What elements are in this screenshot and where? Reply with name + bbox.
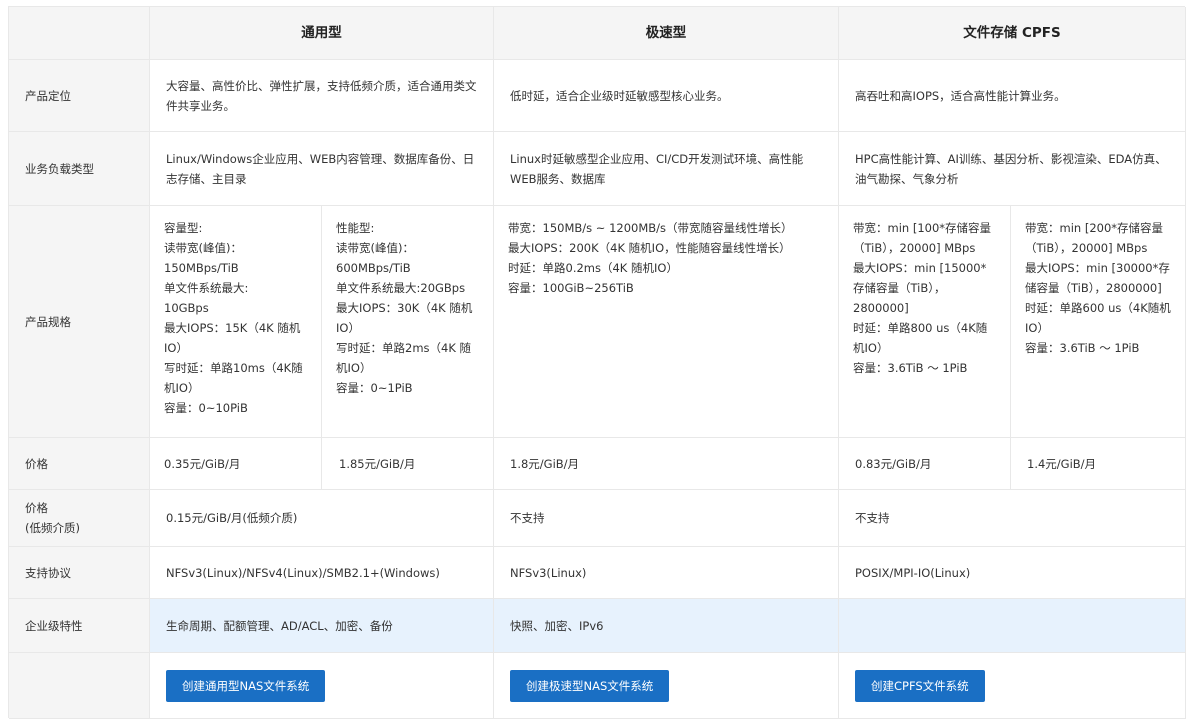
row-label-price-low-line1: 价格 xyxy=(25,501,48,515)
header-empty-cell xyxy=(9,7,150,60)
column-header-general: 通用型 xyxy=(150,7,494,60)
positioning-general: 大容量、高性价比、弹性扩展，支持低频介质，适合通用类文件共享业务。 xyxy=(150,60,494,132)
positioning-cpfs: 高吞吐和高IOPS，适合高性能计算业务。 xyxy=(839,60,1186,132)
spec-general-performance: 性能型: 读带宽(峰值)： 600MBps/TiB 单文件系统最大:20GBps… xyxy=(322,206,494,438)
row-label-workload: 业务负载类型 xyxy=(9,132,150,206)
row-label-price: 价格 xyxy=(9,438,150,490)
create-cpfs-button[interactable]: 创建CPFS文件系统 xyxy=(855,669,985,702)
price-low-cpfs: 不支持 xyxy=(839,490,1186,547)
product-comparison-table: 通用型 极速型 文件存储 CPFS 产品定位 大容量、高性价比、弹性扩展，支持低… xyxy=(8,6,1186,719)
column-header-extreme: 极速型 xyxy=(494,7,839,60)
create-cpfs-cell: 创建CPFS文件系统 xyxy=(839,653,1186,719)
workload-cpfs: HPC高性能计算、AI训练、基因分析、影视渲染、EDA仿真、油气勘探、气象分析 xyxy=(839,132,1186,206)
price-low-extreme: 不支持 xyxy=(494,490,839,547)
row-label-enterprise: 企业级特性 xyxy=(9,599,150,653)
enterprise-cpfs xyxy=(839,599,1186,653)
price-general-performance: 1.85元/GiB/月 xyxy=(322,438,494,490)
price-cpfs-a: 0.83元/GiB/月 xyxy=(839,438,1011,490)
spec-cpfs-a: 带宽：min [100*存储容量（TiB），20000] MBps 最大IOPS… xyxy=(839,206,1011,438)
price-general-capacity: 0.35元/GiB/月 xyxy=(150,438,322,490)
create-general-nas-button[interactable]: 创建通用型NAS文件系统 xyxy=(166,669,326,702)
price-cpfs-b: 1.4元/GiB/月 xyxy=(1011,438,1186,490)
workload-extreme: Linux时延敏感型企业应用、CI/CD开发测试环境、高性能WEB服务、数据库 xyxy=(494,132,839,206)
button-row-empty-cell xyxy=(9,653,150,719)
positioning-extreme: 低时延，适合企业级时延敏感型核心业务。 xyxy=(494,60,839,132)
spec-extreme: 带宽：150MB/s ~ 1200MB/s（带宽随容量线性增长） 最大IOPS：… xyxy=(494,206,839,438)
create-extreme-nas-button[interactable]: 创建极速型NAS文件系统 xyxy=(510,669,670,702)
spec-cpfs-b: 带宽：min [200*存储容量（TiB），20000] MBps 最大IOPS… xyxy=(1011,206,1186,438)
create-general-cell: 创建通用型NAS文件系统 xyxy=(150,653,494,719)
row-label-spec: 产品规格 xyxy=(9,206,150,438)
protocol-extreme: NFSv3(Linux) xyxy=(494,547,839,599)
enterprise-general: 生命周期、配额管理、AD/ACL、加密、备份 xyxy=(150,599,494,653)
row-label-price-low: 价格 (低频介质) xyxy=(9,490,150,547)
workload-general: Linux/Windows企业应用、WEB内容管理、数据库备份、日志存储、主目录 xyxy=(150,132,494,206)
enterprise-extreme: 快照、加密、IPv6 xyxy=(494,599,839,653)
row-label-positioning: 产品定位 xyxy=(9,60,150,132)
protocol-general: NFSv3(Linux)/NFSv4(Linux)/SMB2.1+(Window… xyxy=(150,547,494,599)
spec-general-capacity: 容量型: 读带宽(峰值)： 150MBps/TiB 单文件系统最大: 10GBp… xyxy=(150,206,322,438)
price-low-general: 0.15元/GiB/月(低频介质) xyxy=(150,490,494,547)
protocol-cpfs: POSIX/MPI-IO(Linux) xyxy=(839,547,1186,599)
create-extreme-cell: 创建极速型NAS文件系统 xyxy=(494,653,839,719)
price-extreme: 1.8元/GiB/月 xyxy=(494,438,839,490)
row-label-protocol: 支持协议 xyxy=(9,547,150,599)
row-label-price-low-line2: (低频介质) xyxy=(25,521,80,535)
column-header-cpfs: 文件存储 CPFS xyxy=(839,7,1186,60)
